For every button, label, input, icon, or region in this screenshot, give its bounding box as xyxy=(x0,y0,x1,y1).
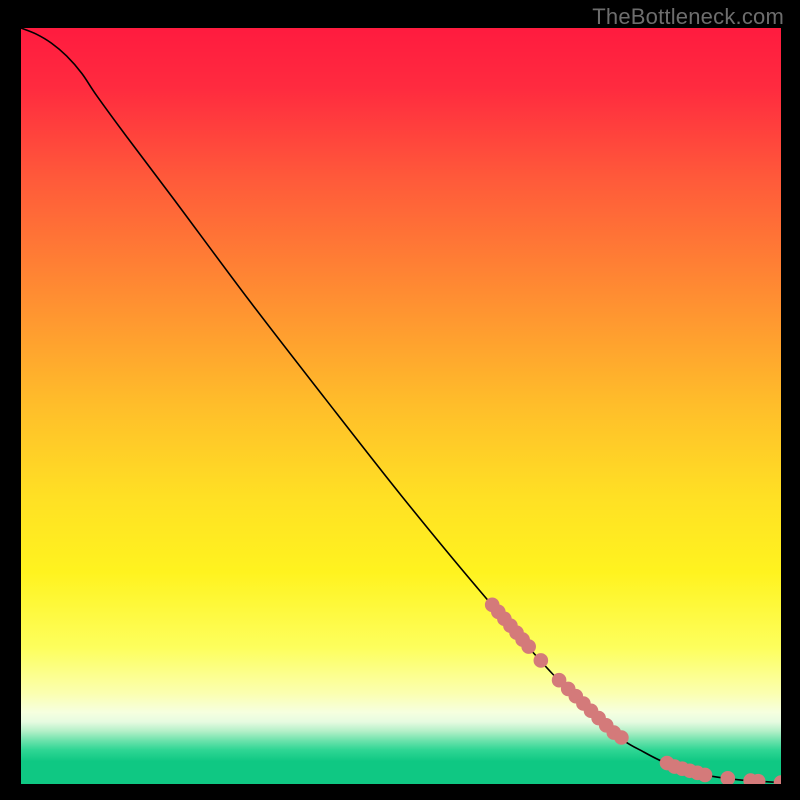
watermark-label: TheBottleneck.com xyxy=(592,4,784,30)
chart-plot xyxy=(21,28,781,784)
chart-svg xyxy=(21,28,781,784)
data-marker xyxy=(614,730,629,745)
data-marker xyxy=(698,768,713,783)
data-marker xyxy=(521,639,536,654)
data-marker xyxy=(534,653,549,668)
gradient-background xyxy=(21,28,781,784)
chart-frame: TheBottleneck.com xyxy=(0,0,800,800)
